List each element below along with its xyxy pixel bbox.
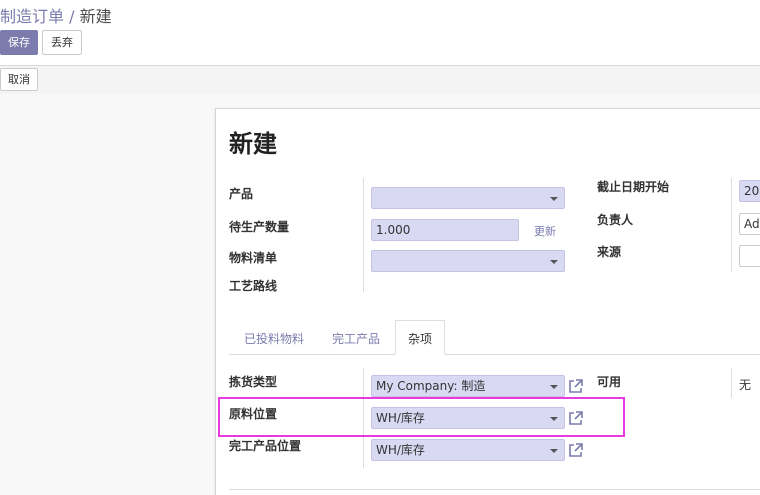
picking-type-value: My Company: 制造 xyxy=(376,379,486,393)
breadcrumb-current: 新建 xyxy=(79,7,112,26)
group-divider xyxy=(731,368,732,398)
origin-input[interactable] xyxy=(739,245,760,267)
group-divider xyxy=(363,178,364,292)
tab-misc[interactable]: 杂项 xyxy=(395,320,446,355)
breadcrumb-parent-link[interactable]: 制造订单 / xyxy=(0,7,74,26)
record-title: 新建 xyxy=(229,130,277,158)
responsible-value: Adr xyxy=(744,217,760,231)
breadcrumb: 制造订单 / 新建 xyxy=(0,3,112,27)
chevron-down-icon[interactable] xyxy=(550,385,558,389)
product-label: 产品 xyxy=(229,187,254,201)
group-divider xyxy=(731,178,732,272)
routing-label: 工艺路线 xyxy=(229,279,278,293)
date-start-value: 201 xyxy=(744,184,760,198)
tab-raw-materials[interactable]: 已投料物料 xyxy=(244,330,304,347)
chevron-down-icon[interactable] xyxy=(550,449,558,453)
external-link-icon[interactable] xyxy=(567,377,585,395)
bom-label: 物料清单 xyxy=(229,251,278,265)
statusbar xyxy=(0,65,760,94)
update-qty-link[interactable]: 更新 xyxy=(534,223,556,239)
qty-value: 1.000 xyxy=(376,223,411,237)
discard-button[interactable]: 丢弃 xyxy=(42,30,82,55)
responsible-input[interactable]: Adr xyxy=(739,213,760,235)
external-link-icon[interactable] xyxy=(567,441,585,459)
dest-location-select[interactable]: WH/库存 xyxy=(371,439,565,461)
dest-location-label: 完工产品位置 xyxy=(229,439,302,453)
availability-label: 可用 xyxy=(597,375,622,389)
availability-value: 无 xyxy=(739,378,752,392)
date-start-input[interactable]: 201 xyxy=(739,180,760,202)
chevron-down-icon[interactable] xyxy=(550,260,558,264)
origin-label: 来源 xyxy=(597,245,622,259)
save-button[interactable]: 保存 xyxy=(0,30,38,55)
picking-type-label: 拣货类型 xyxy=(229,375,278,389)
highlight-box xyxy=(218,397,625,437)
bom-select[interactable] xyxy=(371,250,565,272)
cancel-button[interactable]: 取消 xyxy=(0,68,38,91)
date-start-label: 截止日期开始 xyxy=(597,180,670,194)
qty-label: 待生产数量 xyxy=(229,220,290,234)
notebook-tabs xyxy=(229,354,760,355)
picking-type-select[interactable]: My Company: 制造 xyxy=(371,375,565,397)
qty-input[interactable]: 1.000 xyxy=(371,219,519,241)
product-select[interactable] xyxy=(371,187,565,209)
responsible-label: 负责人 xyxy=(597,213,634,227)
dest-location-value: WH/库存 xyxy=(376,443,425,457)
chevron-down-icon[interactable] xyxy=(550,197,558,201)
section-divider xyxy=(229,489,760,490)
tab-finished-products[interactable]: 完工产品 xyxy=(332,330,380,347)
